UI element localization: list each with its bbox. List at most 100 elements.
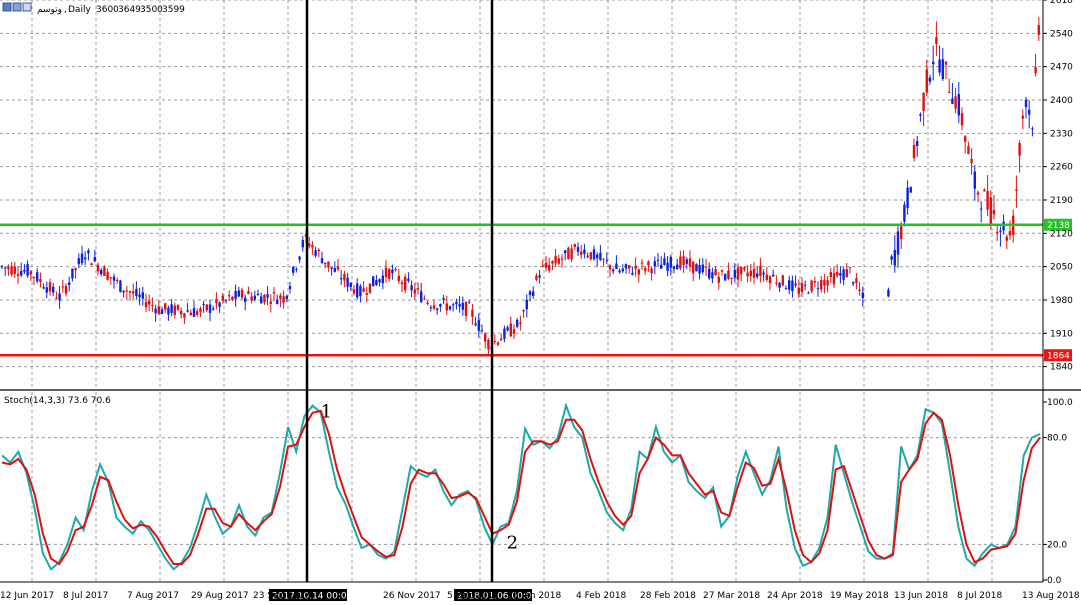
candle-body: [346, 277, 349, 287]
candle-body: [442, 298, 445, 300]
candle-body: [890, 256, 893, 260]
candle-body: [820, 280, 823, 290]
chart-canvas[interactable]: 21381864 2017.10.14 00:00 2018.01.06 00:0…: [0, 0, 1081, 605]
vertical-markers[interactable]: 2017.10.14 00:00 2018.01.06 00:0012: [269, 0, 538, 602]
candle-body: [935, 37, 938, 45]
time-tick-label: 5 Dec 2017: [447, 591, 499, 601]
price-tick-label: 2120: [1050, 229, 1073, 239]
chart-window: 2138 1864 2017.10.14 00:00 2018.01.06 00:0…: [0, 0, 1081, 605]
chart-tile-icon[interactable]: [22, 2, 32, 12]
candle-body: [596, 254, 599, 259]
candle-body: [548, 264, 551, 271]
candle-body: [826, 280, 829, 286]
candle-body: [775, 282, 778, 284]
candle-body: [138, 294, 141, 298]
price-tick-label: 1910: [1050, 329, 1073, 339]
candle-body: [231, 296, 234, 301]
candle-body: [292, 266, 295, 273]
candle-body: [400, 282, 404, 285]
candle-body: [916, 141, 919, 146]
time-tick-label: 13 Jun 2018: [894, 591, 948, 601]
candle-body: [276, 299, 279, 305]
candle-body: [311, 244, 314, 248]
chart-properties-icon[interactable]: [12, 2, 22, 12]
candle-body: [640, 262, 644, 264]
candle-body: [829, 272, 832, 278]
candle-body: [439, 304, 442, 307]
candle-body: [87, 250, 90, 254]
chart-low: 3500: [140, 5, 163, 15]
candle-body: [426, 302, 429, 305]
candle-body: [458, 304, 461, 307]
candle-body: [704, 266, 708, 268]
candle-body: [612, 269, 615, 272]
candle-body: [634, 265, 637, 270]
candle-body: [938, 59, 941, 73]
candle-body: [900, 226, 903, 240]
candle-body: [20, 270, 23, 276]
candle-body: [368, 283, 372, 293]
candle-body: [93, 256, 96, 262]
candle-body: [324, 262, 327, 265]
time-tick-label: 27 Mar 2018: [703, 591, 760, 601]
candle-body: [624, 264, 628, 269]
candle-body: [202, 303, 205, 305]
candle-body: [356, 283, 359, 298]
candle-body: [189, 312, 192, 316]
candle-body: [538, 275, 541, 278]
candle-body: [666, 262, 669, 271]
candle-body: [932, 61, 935, 65]
candle-body: [861, 292, 864, 299]
chart-window-icon[interactable]: [2, 2, 12, 12]
price-tick-label: 2400: [1050, 96, 1073, 106]
candle-body: [13, 266, 16, 274]
candle-body: [397, 275, 400, 282]
candle-body: [445, 303, 448, 311]
candle-body: [279, 295, 282, 300]
candle-body: [816, 288, 820, 290]
candle-body: [644, 267, 647, 272]
candle-body: [266, 294, 269, 298]
candle-body: [36, 272, 39, 282]
candle-body: [768, 276, 772, 284]
price-tick-label: 2050: [1050, 263, 1073, 273]
candle-body: [423, 298, 426, 300]
candle-body: [429, 307, 432, 309]
candle-body: [692, 261, 695, 274]
candle-body: [436, 308, 439, 310]
candle-body: [976, 192, 980, 195]
candle-body: [580, 251, 583, 255]
candle-body: [951, 98, 954, 105]
candle-body: [141, 292, 144, 299]
candle-body: [298, 256, 301, 260]
candle-body: [487, 339, 490, 350]
candle-body: [288, 286, 292, 290]
horizontal-lines[interactable]: 21381864: [0, 218, 1072, 362]
candles: [0, 17, 1040, 358]
candle-body: [96, 264, 100, 272]
candle-body: [647, 261, 650, 266]
candle-body: [516, 319, 519, 327]
candle-body: [16, 274, 20, 276]
candle-body: [394, 269, 397, 271]
candle-body: [544, 262, 548, 268]
candle-body: [157, 306, 160, 314]
candle-body: [503, 328, 506, 339]
candle-body: [909, 187, 912, 193]
candle-body: [125, 290, 128, 292]
candle-body: [496, 342, 500, 345]
candle-body: [282, 296, 285, 303]
candle-body: [224, 300, 228, 302]
candle-body: [64, 285, 68, 294]
candle-body: [148, 300, 151, 305]
candle-body: [314, 250, 317, 256]
candle-body: [128, 291, 132, 293]
candle-body: [244, 297, 247, 302]
time-tick-label: 8 Jul 2017: [63, 591, 108, 601]
candle-body: [1034, 67, 1037, 74]
price-tick-label: 2470: [1050, 63, 1073, 73]
candle-body: [519, 322, 522, 324]
candle-body: [23, 269, 26, 272]
candle-body: [349, 282, 352, 288]
candle-body: [164, 303, 167, 310]
